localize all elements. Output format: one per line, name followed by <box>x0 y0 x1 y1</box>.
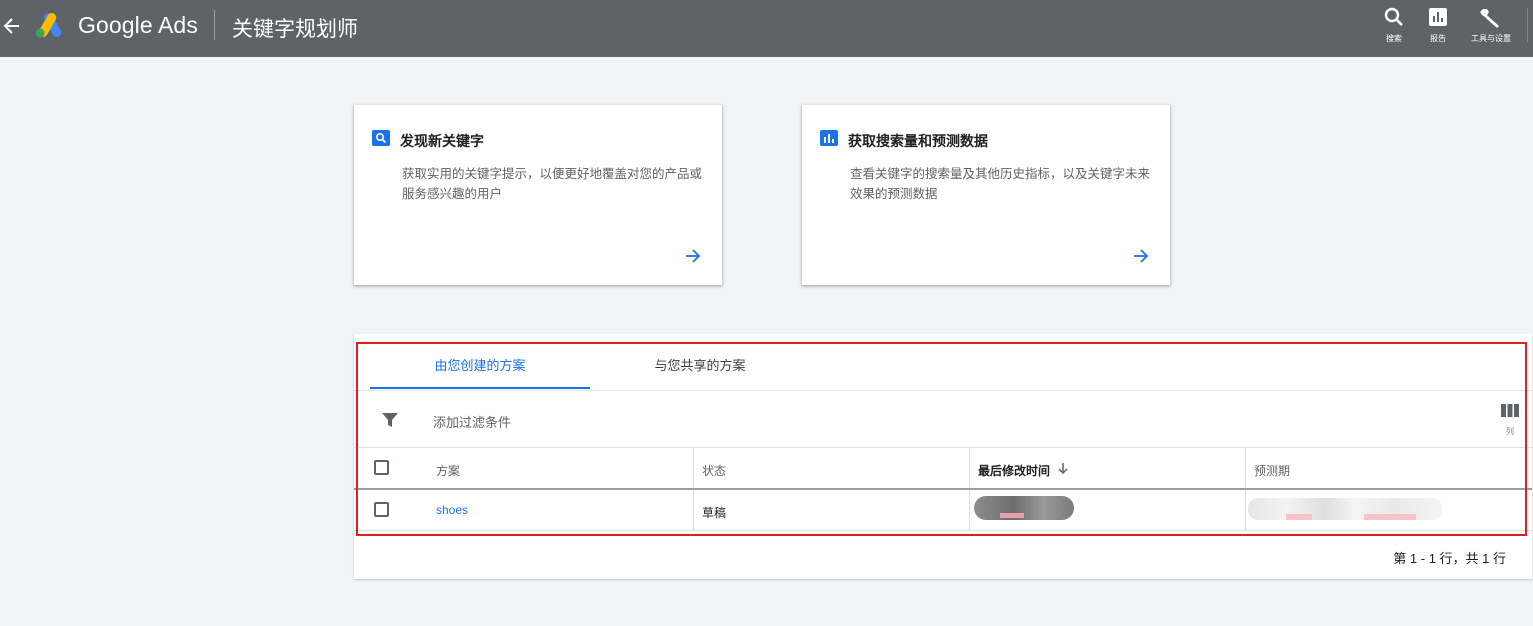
plan-status: 草稿 <box>702 506 727 520</box>
card-title: 获取搜索量和预测数据 <box>848 133 988 149</box>
pagination-summary: 第 1 - 1 行，共 1 行 <box>1393 551 1506 566</box>
header-divider <box>214 10 215 40</box>
tools-settings-label: 工具与设置 <box>1471 34 1511 43</box>
header-divider <box>354 488 1532 490</box>
card-title: 发现新关键字 <box>400 133 484 149</box>
add-filter-button[interactable]: 添加过滤条件 <box>433 412 511 431</box>
redaction-mark <box>1000 513 1024 518</box>
tab-label: 由您创建的方案 <box>434 358 526 373</box>
card-description: 获取实用的关键字提示，以便更好地覆盖对您的产品或服务感兴趣的用户 <box>402 167 703 201</box>
redaction-mark <box>1286 514 1312 520</box>
row-checkbox[interactable] <box>374 502 389 517</box>
tab-label: 与您共享的方案 <box>654 358 746 373</box>
search-icon <box>1384 7 1403 26</box>
page-title: 关键字规划师 <box>232 18 358 41</box>
arrow-right-icon[interactable] <box>1131 246 1151 266</box>
select-all-checkbox[interactable] <box>374 460 389 475</box>
tab-created-by-you[interactable]: 由您创建的方案 <box>370 355 590 389</box>
filter-icon[interactable] <box>381 411 399 429</box>
redaction-mark <box>1364 514 1416 520</box>
reports-label: 报告 <box>1430 34 1446 43</box>
sort-descending-icon[interactable] <box>1057 462 1069 475</box>
tab-shared-with-you[interactable]: 与您共享的方案 <box>590 355 810 389</box>
column-header-plan[interactable]: 方案 <box>436 462 460 479</box>
divider <box>354 390 1532 391</box>
google-ads-logo-icon[interactable] <box>34 11 66 39</box>
plan-name-link[interactable]: shoes <box>436 503 468 517</box>
bar-chart-icon <box>820 130 838 146</box>
columns-button[interactable]: 列 <box>1500 404 1520 437</box>
divider <box>354 530 1532 531</box>
tools-settings-button[interactable]: 工具与设置 <box>1461 6 1521 44</box>
header-right-divider <box>1527 8 1528 42</box>
divider <box>354 447 1532 448</box>
card-description: 查看关键字的搜索量及其他历史指标，以及关键字未来效果的预测数据 <box>850 167 1151 201</box>
discover-keywords-card[interactable]: 发现新关键字 获取实用的关键字提示，以便更好地覆盖对您的产品或服务感兴趣的用户 <box>354 105 722 285</box>
back-arrow-icon[interactable] <box>2 14 22 38</box>
column-header-last-modified[interactable]: 最后修改时间 <box>978 462 1050 479</box>
top-app-bar: Google Ads 关键字规划师 搜索 报告 工具与设置 <box>0 0 1533 57</box>
reports-icon <box>1429 8 1447 26</box>
column-header-forecast-period[interactable]: 预测期 <box>1254 462 1290 479</box>
reports-button[interactable]: 报告 <box>1408 6 1468 44</box>
arrow-right-icon[interactable] <box>683 246 703 266</box>
brand-name: Google Ads <box>78 12 198 38</box>
wrench-icon <box>1480 9 1499 28</box>
columns-icon <box>1501 404 1519 417</box>
redacted-last-modified <box>974 496 1074 520</box>
redacted-forecast-period <box>1248 498 1442 520</box>
search-volume-forecast-card[interactable]: 获取搜索量和预测数据 查看关键字的搜索量及其他历史指标，以及关键字未来效果的预测… <box>802 105 1170 285</box>
columns-label: 列 <box>1506 427 1514 436</box>
plans-panel: 由您创建的方案 与您共享的方案 添加过滤条件 列 方案 状态 最后修改时间 预测… <box>354 334 1532 579</box>
search-icon <box>372 130 390 146</box>
column-header-status[interactable]: 状态 <box>702 462 726 479</box>
